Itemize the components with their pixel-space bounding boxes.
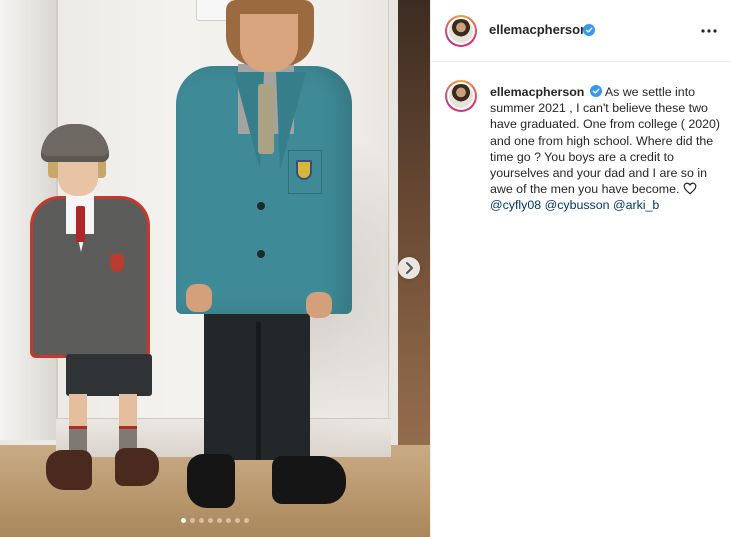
tall-boy-shoe-left	[187, 454, 235, 508]
tall-boy-crest	[296, 160, 312, 180]
carousel-indicator	[0, 518, 430, 523]
tall-boy-hand-left	[186, 284, 212, 312]
carousel-dot	[199, 518, 204, 523]
carousel-dot	[181, 518, 186, 523]
mention-link[interactable]: @arki_b	[613, 198, 659, 212]
post-side-panel: ellemacpherson ellemacpherson As we sett…	[430, 0, 731, 537]
small-boy-leg-right	[119, 394, 137, 428]
carousel-dot	[226, 518, 231, 523]
carousel-dot	[244, 518, 249, 523]
chevron-right-icon	[406, 262, 413, 274]
heart-outline-icon	[683, 182, 697, 195]
tall-boy-hand-right	[306, 292, 332, 318]
caption-avatar[interactable]	[445, 80, 477, 112]
small-boy-tie	[76, 206, 85, 242]
carousel-next-button[interactable]	[398, 257, 420, 279]
small-boy-badge	[110, 254, 124, 272]
header-username[interactable]: ellemacpherson	[489, 22, 588, 37]
small-boy-shoe-left	[46, 450, 92, 490]
tall-boy-button	[257, 202, 265, 210]
carousel-dot	[217, 518, 222, 523]
tall-boy-face	[240, 14, 298, 72]
more-horizontal-icon	[701, 29, 717, 33]
post-photo[interactable]	[0, 0, 430, 537]
post-header: ellemacpherson	[431, 0, 731, 62]
caption-username[interactable]: ellemacpherson	[490, 85, 584, 99]
verified-badge-icon	[589, 85, 602, 97]
carousel-dot	[235, 518, 240, 523]
tall-boy-tie	[258, 84, 274, 154]
post-caption: ellemacpherson As we settle into summer …	[490, 84, 722, 214]
tall-boy-shoe-right	[272, 456, 346, 504]
carousel-dot	[190, 518, 195, 523]
mention-link[interactable]: @cybusson	[545, 198, 610, 212]
more-options-button[interactable]	[697, 19, 721, 43]
caption-text: As we settle into summer 2021 , I can't …	[490, 85, 721, 197]
tall-boy-trousers-seam	[256, 322, 261, 460]
carousel-dot	[208, 518, 213, 523]
avatar[interactable]	[445, 15, 477, 47]
small-boy-shorts	[66, 354, 152, 396]
small-boy-leg-left	[69, 394, 87, 428]
tall-boy-button	[257, 250, 265, 258]
mention-link[interactable]: @cyfly08	[490, 198, 541, 212]
verified-badge-icon	[583, 24, 595, 36]
small-boy-shoe-right	[115, 448, 159, 486]
